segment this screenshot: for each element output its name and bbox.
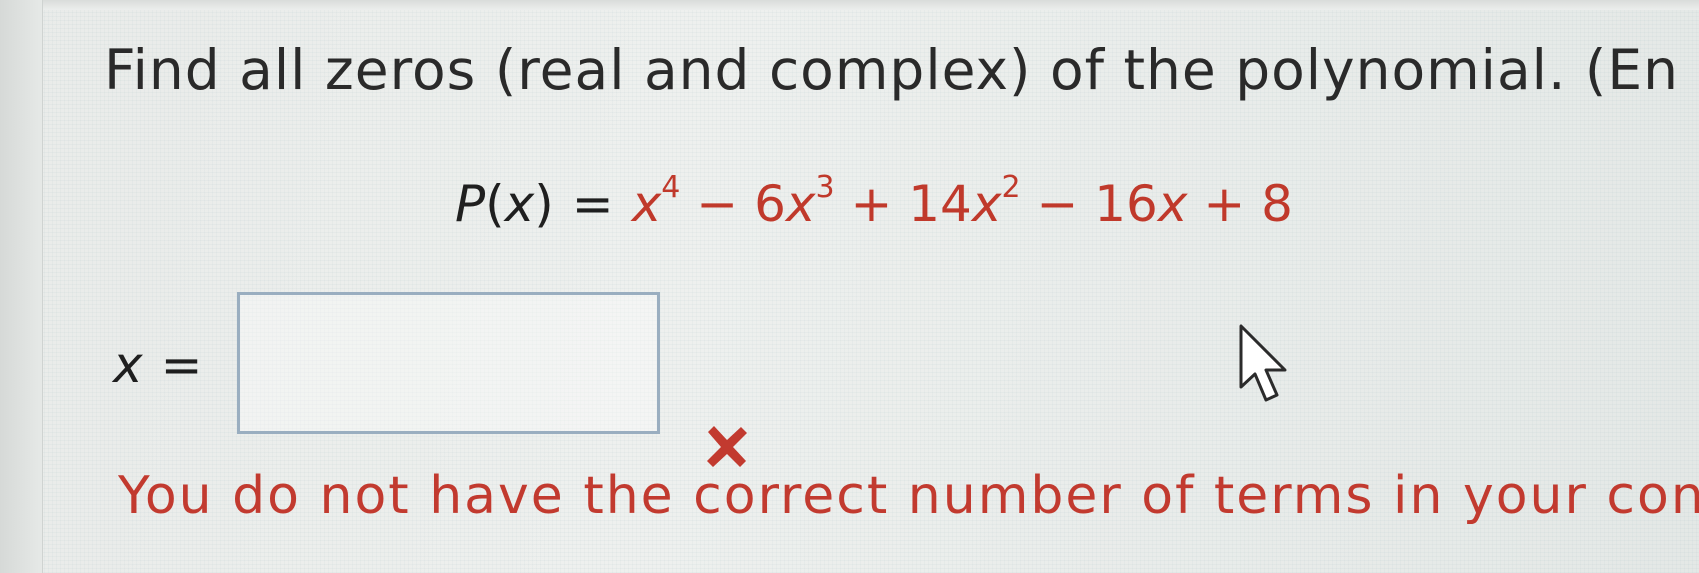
function-variable: x xyxy=(504,175,535,233)
answer-equals: = xyxy=(160,336,203,394)
paren-open: ( xyxy=(485,175,505,233)
answer-input[interactable] xyxy=(237,292,660,434)
term1-variable: x xyxy=(631,175,662,233)
term4-coefficient: 16 xyxy=(1094,175,1158,233)
answer-variable: x xyxy=(113,336,143,394)
term2-coefficient: 6 xyxy=(754,175,786,233)
equation-lhs: P(x) xyxy=(455,175,554,233)
answer-label: x = xyxy=(113,336,203,394)
equation-rhs: x4 − 6x3 + 14x2 − 16x + 8 xyxy=(631,170,1293,233)
paren-close: ) xyxy=(534,175,554,233)
mouse-pointer-icon xyxy=(1239,324,1287,402)
question-instruction: Find all zeros (real and complex) of the… xyxy=(104,38,1679,102)
polynomial-equation: P(x) = x4 − 6x3 + 14x2 − 16x + 8 xyxy=(455,170,1293,233)
term5-constant: 8 xyxy=(1261,175,1293,233)
function-name: P xyxy=(455,175,486,233)
operator-1: − xyxy=(680,175,755,233)
equation-equals: = xyxy=(571,175,614,233)
operator-3: − xyxy=(1020,175,1095,233)
term1-exponent: 4 xyxy=(661,170,681,206)
top-edge xyxy=(0,0,1699,10)
term3-variable: x xyxy=(971,175,1002,233)
error-message: You do not have the correct number of te… xyxy=(118,466,1699,526)
term4-variable: x xyxy=(1157,175,1188,233)
left-edge xyxy=(0,0,43,573)
operator-4: + xyxy=(1187,175,1262,233)
operator-2: + xyxy=(834,175,909,233)
term2-exponent: 3 xyxy=(815,170,835,206)
term2-variable: x xyxy=(785,175,816,233)
term3-exponent: 2 xyxy=(1001,170,1021,206)
term3-coefficient: 14 xyxy=(908,175,972,233)
